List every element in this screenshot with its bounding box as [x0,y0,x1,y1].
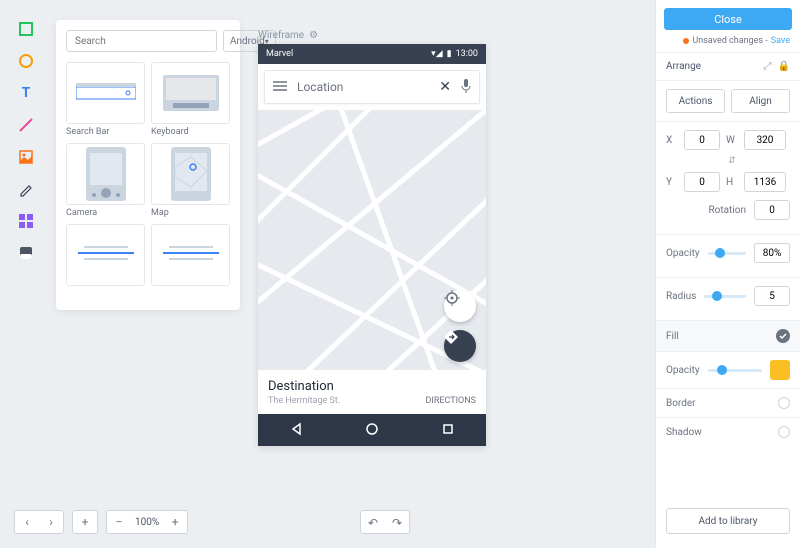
component-item[interactable]: Search Bar [66,62,145,137]
statusbar-title: Marvel [266,49,293,59]
opacity-slider[interactable] [708,252,746,255]
destination-panel: Destination The Hermitage St. DIRECTIONS [258,370,486,414]
status-bar: Marvel ▾◢ ▮ 13:00 [258,44,486,64]
panel-tool[interactable] [17,244,35,262]
signal-icon: ▾◢ [431,49,442,59]
actions-button[interactable]: Actions [666,89,725,113]
lock-icon[interactable]: 🔒 [778,61,790,72]
border-toggle[interactable] [778,397,790,409]
destination-subtitle: The Hermitage St. [268,396,340,406]
canvas-label: Wireframe ⚙ [258,30,318,41]
home-icon[interactable] [365,422,379,439]
fill-toggle[interactable] [776,329,790,343]
zoom-in-button[interactable]: + [163,510,187,534]
directions-link[interactable]: DIRECTIONS [425,396,476,406]
component-search-input[interactable] [66,30,217,52]
map-search-bar[interactable]: Location ✕ [264,70,480,104]
mic-icon[interactable] [461,79,471,96]
pen-tool[interactable] [17,180,35,198]
footer-left: ‹ › + − 100% + [14,510,188,534]
h-label: H [726,177,738,188]
add-to-library-button[interactable]: Add to library [666,508,790,534]
component-item[interactable]: Camera [66,143,145,218]
shadow-toggle[interactable] [778,426,790,438]
component-label: Search Bar [66,127,145,137]
components-panel: Android▾ Search Bar Keyboard Camera Map [56,20,240,310]
rotation-input[interactable] [754,200,790,220]
radius-input[interactable] [754,286,790,306]
radius-slider[interactable] [704,295,746,298]
android-navbar [258,414,486,446]
border-label: Border [666,398,696,409]
w-label: W [726,135,738,146]
statusbar-time: 13:00 [456,49,478,59]
battery-icon: ▮ [447,49,452,59]
phone-frame[interactable]: Marvel ▾◢ ▮ 13:00 Location ✕ Destination… [258,44,486,446]
x-label: X [666,135,678,146]
y-label: Y [666,177,678,188]
link-icon[interactable]: ⇵ [726,156,738,166]
opacity-label: Opacity [666,248,700,259]
next-button[interactable]: › [39,510,63,534]
destination-title: Destination [268,379,340,394]
line-tool[interactable] [17,116,35,134]
circle-tool[interactable] [17,52,35,70]
back-icon[interactable] [289,422,303,439]
locate-fab[interactable] [444,290,476,322]
map-area[interactable] [258,110,486,370]
w-input[interactable] [744,130,786,150]
component-label: Map [151,208,230,218]
x-input[interactable] [684,130,720,150]
gear-icon[interactable]: ⚙ [309,30,318,41]
component-item[interactable]: Map [151,143,230,218]
fill-color-swatch[interactable] [770,360,790,380]
grid-tool[interactable] [17,212,35,230]
h-input[interactable] [744,172,786,192]
image-tool[interactable] [17,148,35,166]
arrange-label: Arrange [666,61,701,72]
close-icon[interactable]: ✕ [439,79,451,95]
fill-opacity-slider[interactable] [708,369,762,372]
fill-opacity-label: Opacity [666,365,700,376]
properties-panel: Close Unsaved changes - Save Arrange ⤢ 🔒… [655,0,800,548]
radius-label: Radius [666,291,696,302]
directions-fab[interactable] [444,330,476,362]
y-input[interactable] [684,172,720,192]
component-item[interactable] [66,224,145,286]
menu-icon[interactable] [273,80,287,94]
component-label: Keyboard [151,127,230,137]
search-placeholder: Location [297,80,429,94]
toolbox: T [14,20,38,262]
text-tool[interactable]: T [17,84,35,102]
recent-icon[interactable] [441,422,455,439]
redo-button[interactable]: ↷ [385,511,409,535]
zoom-value: 100% [131,517,163,528]
fill-label: Fill [666,331,679,342]
close-button[interactable]: Close [664,8,792,30]
prev-button[interactable]: ‹ [15,510,39,534]
rotation-label: Rotation [708,205,746,216]
component-label: Camera [66,208,145,218]
save-link[interactable]: Save [771,36,790,46]
zoom-out-button[interactable]: − [107,510,131,534]
unsaved-indicator: Unsaved changes - Save [656,36,800,52]
undo-button[interactable]: ↶ [361,511,385,535]
lock-icon[interactable]: ⤢ [764,61,772,72]
shadow-label: Shadow [666,427,702,438]
footer-center: ↶ ↷ [360,510,410,534]
component-item[interactable] [151,224,230,286]
rectangle-tool[interactable] [17,20,35,38]
add-page-button[interactable]: + [73,510,97,534]
component-item[interactable]: Keyboard [151,62,230,137]
opacity-input[interactable] [754,243,790,263]
align-button[interactable]: Align [731,89,790,113]
